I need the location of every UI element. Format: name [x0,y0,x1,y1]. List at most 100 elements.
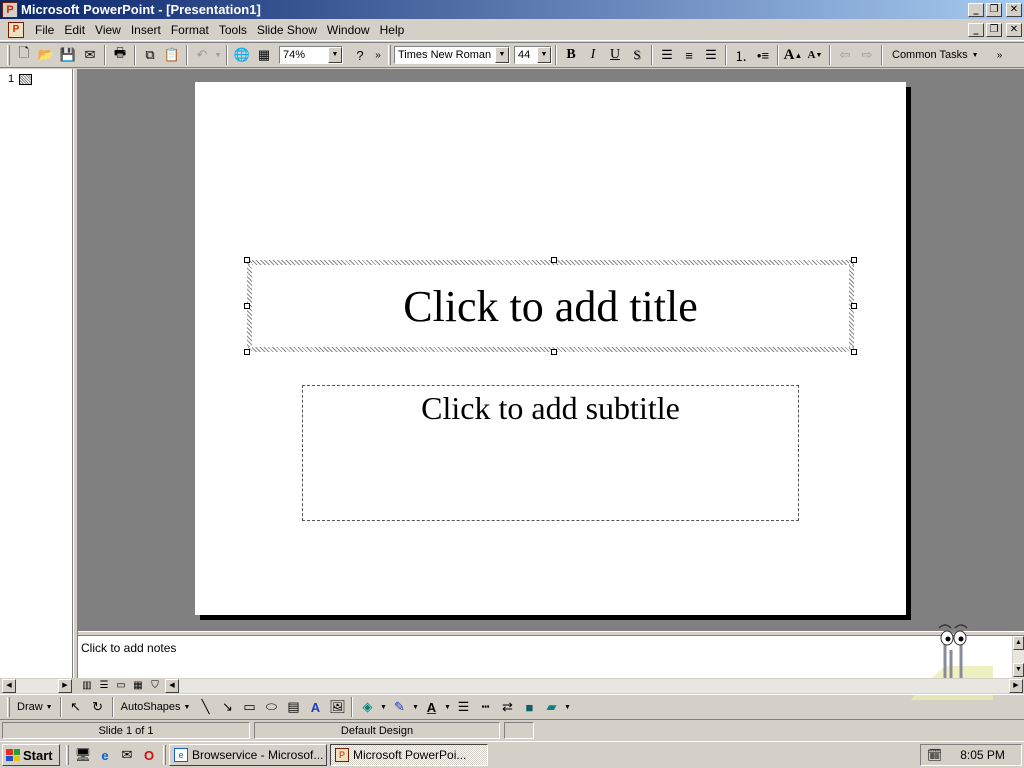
resize-handle[interactable] [244,349,250,355]
quicklaunch-grip[interactable] [66,745,69,765]
tasks-grip[interactable] [163,745,166,765]
task-scheduler-icon[interactable]: 🗓 [927,748,942,762]
task-powerpoint[interactable]: P Microsoft PowerPoi... [330,744,488,766]
font-name-combo[interactable]: Times New Roman ▼ [394,46,510,64]
open-icon[interactable]: 📂 [35,44,57,66]
scroll-left-icon[interactable]: ◀ [165,679,179,693]
internet-explorer-icon[interactable]: e [94,744,116,766]
italic-button[interactable]: I [582,44,604,66]
tables-icon[interactable]: ▦ [253,44,275,66]
chevron-down-icon[interactable]: ▼ [495,47,509,63]
bold-button[interactable]: B [560,44,582,66]
slide-view-icon[interactable]: ▭ [113,679,129,693]
chevron-down-icon[interactable]: ▼ [410,696,420,718]
menu-file[interactable]: File [30,23,59,37]
task-browservice[interactable]: e Browservice - Microsof... [169,744,327,766]
scroll-up-icon[interactable]: ▲ [1013,636,1024,650]
toolbar-grip-formatting[interactable] [388,45,391,65]
numbering-icon[interactable]: ⒈ [730,44,752,66]
save-icon[interactable]: 💾 [57,44,79,66]
minimize-button[interactable]: _ [968,2,984,17]
clock[interactable]: 8:05 PM [960,748,1005,762]
bullets-icon[interactable]: •≡ [752,44,774,66]
chevron-down-icon[interactable]: ▼ [537,47,551,63]
draw-menu-button[interactable]: Draw ▼ [13,696,57,718]
menu-view[interactable]: View [90,23,126,37]
resize-handle[interactable] [244,303,250,309]
toolbar-more-icon[interactable]: » [993,44,1007,66]
3d-icon[interactable]: ▰ [540,696,562,718]
toolbar-more-icon[interactable]: » [371,44,385,66]
fill-color-icon[interactable]: ◈ [356,696,378,718]
chevron-down-icon[interactable]: ▼ [378,696,388,718]
chevron-down-icon[interactable]: ▼ [442,696,452,718]
scroll-down-icon[interactable]: ▼ [1013,663,1024,677]
paste-icon[interactable]: 📋 [161,44,183,66]
common-tasks-button[interactable]: Common Tasks ▼ [886,49,985,61]
notes-scrollbar[interactable]: ▲ ▼ [1012,636,1024,678]
arrow-style-icon[interactable]: ⇄ [496,696,518,718]
arrow-icon[interactable]: ↘ [216,696,238,718]
menu-help[interactable]: Help [375,23,410,37]
print-icon[interactable]: 🖶 [109,44,131,66]
scroll-left-icon[interactable]: ◀ [2,679,16,693]
align-left-icon[interactable]: ☰ [656,44,678,66]
line-style-icon[interactable]: ☰ [452,696,474,718]
underline-button[interactable]: U [604,44,626,66]
show-desktop-icon[interactable]: 🖥 [72,744,94,766]
slide-show-view-icon[interactable]: ⛉ [147,679,163,693]
font-size-combo[interactable]: 44 ▼ [514,46,552,64]
chevron-down-icon[interactable]: ▼ [328,47,342,63]
restore-button[interactable]: ❐ [986,2,1002,17]
doc-restore-button[interactable]: ❐ [986,22,1002,37]
resize-handle[interactable] [851,257,857,263]
line-color-icon[interactable]: ✎ [388,696,410,718]
rectangle-icon[interactable]: ▭ [238,696,260,718]
email-icon[interactable]: ✉ [79,44,101,66]
menu-insert[interactable]: Insert [126,23,166,37]
dash-style-icon[interactable]: ┅ [474,696,496,718]
notes-pane[interactable]: Click to add notes [78,636,1012,678]
scroll-right-icon[interactable]: ▶ [58,679,72,693]
chevron-down-icon[interactable]: ▼ [562,696,572,718]
increase-font-size-icon[interactable]: A ▲ [782,44,804,66]
promote-icon[interactable]: ⇦ [834,44,856,66]
document-icon[interactable]: P [8,21,24,38]
slide-canvas[interactable]: Click to add title Click to add subtitle [195,82,906,615]
powerpoint-app-icon[interactable]: P [2,1,18,18]
outlook-express-icon[interactable]: ✉ [116,744,138,766]
outline-hscroll-track[interactable] [16,679,58,693]
slide-sorter-view-icon[interactable]: ▦ [130,679,146,693]
menu-slide-show[interactable]: Slide Show [252,23,322,37]
slide-thumbnail-icon[interactable] [19,74,32,85]
start-button[interactable]: Start [2,744,60,766]
outline-view-icon[interactable]: ☰ [96,679,112,693]
scroll-right-icon[interactable]: ▶ [1009,679,1023,693]
toolbar-grip[interactable] [7,45,10,65]
autoshapes-menu-button[interactable]: AutoShapes ▼ [117,696,195,718]
align-center-icon[interactable]: ≡ [678,44,700,66]
hyperlink-icon[interactable]: 🌐 [231,44,253,66]
help-icon[interactable]: ? [349,44,371,66]
doc-close-button[interactable]: ✕ [1006,22,1022,37]
doc-minimize-button[interactable]: _ [968,22,984,37]
undo-icon[interactable]: ↶ [191,44,213,66]
text-box-icon[interactable]: ▤ [282,696,304,718]
select-pointer-icon[interactable]: ↖ [65,696,87,718]
close-button[interactable]: ✕ [1006,2,1022,17]
resize-handle[interactable] [851,303,857,309]
menu-tools[interactable]: Tools [214,23,252,37]
menu-edit[interactable]: Edit [59,23,90,37]
menu-window[interactable]: Window [322,23,375,37]
zoom-combo[interactable]: 74% ▼ [279,46,343,64]
resize-handle[interactable] [551,349,557,355]
font-color-icon[interactable]: A [420,696,442,718]
toolbar-grip-drawing[interactable] [7,697,10,717]
oval-icon[interactable]: ⬭ [260,696,282,718]
title-placeholder[interactable]: Click to add title [244,257,857,355]
opera-icon[interactable]: O [138,744,160,766]
normal-view-icon[interactable]: ▥ [79,679,95,693]
outline-pane[interactable]: 1 [0,69,73,678]
shadow-button[interactable]: S [626,44,648,66]
line-icon[interactable]: ╲ [194,696,216,718]
